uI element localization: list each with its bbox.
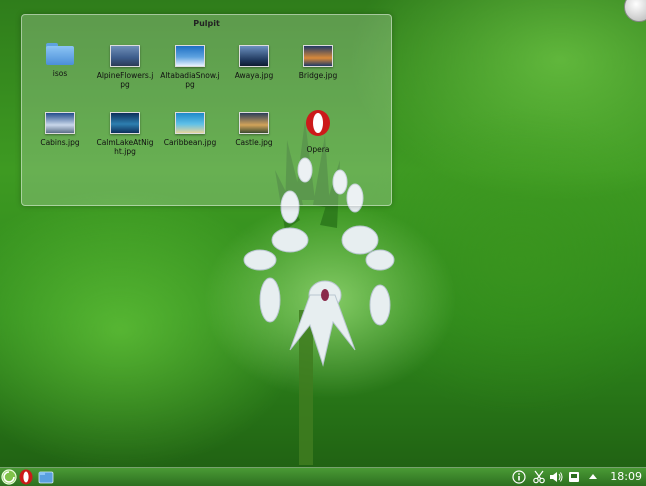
item-label: AltabadiaSnow.jpg — [160, 71, 220, 89]
desktop-item-alpineflowers[interactable]: AlpineFlowers.jpg — [95, 45, 155, 89]
desktop-item-bridge[interactable]: Bridge.jpg — [288, 45, 348, 80]
volume-icon[interactable] — [549, 470, 563, 484]
image-thumbnail-icon — [175, 45, 205, 67]
dolphin-file-manager-icon[interactable] — [38, 469, 54, 485]
klipper-scissors-icon[interactable] — [532, 470, 546, 484]
item-label: Awaya.jpg — [234, 71, 274, 80]
info-icon[interactable] — [512, 470, 526, 484]
item-label: isos — [52, 69, 68, 78]
bottom-panel: 18:09 — [0, 467, 646, 486]
desktop-item-isos[interactable]: isos — [30, 43, 90, 78]
item-label: CalmLakeAtNight.jpg — [96, 138, 154, 156]
folder-view-title: Pulpit — [193, 19, 220, 28]
item-label: Castle.jpg — [235, 138, 273, 147]
desktop-item-opera[interactable]: Opera — [288, 109, 348, 154]
image-thumbnail-icon — [45, 112, 75, 134]
desktop-toolbox-button[interactable] — [624, 0, 646, 22]
opera-icon[interactable] — [19, 469, 33, 485]
image-thumbnail-icon — [110, 45, 140, 67]
opera-icon — [306, 110, 330, 136]
desktop-item-calmlakeatnight[interactable]: CalmLakeAtNight.jpg — [95, 112, 155, 156]
item-label: Caribbean.jpg — [163, 138, 217, 147]
item-label: Cabins.jpg — [40, 138, 80, 147]
tray-expand-arrow-icon[interactable] — [586, 470, 600, 484]
item-label: Opera — [306, 145, 330, 154]
item-label: AlpineFlowers.jpg — [96, 71, 154, 89]
image-thumbnail-icon — [110, 112, 140, 134]
item-label: Bridge.jpg — [298, 71, 338, 80]
panel-clock[interactable]: 18:09 — [610, 470, 642, 483]
desktop-item-castle[interactable]: Castle.jpg — [224, 112, 284, 147]
desktop-item-awaya[interactable]: Awaya.jpg — [224, 45, 284, 80]
image-thumbnail-icon — [239, 112, 269, 134]
image-thumbnail-icon — [175, 112, 205, 134]
desktop-item-cabins[interactable]: Cabins.jpg — [30, 112, 90, 147]
folder-icon — [46, 43, 74, 65]
image-thumbnail-icon — [303, 45, 333, 67]
kickoff-launcher-icon[interactable] — [1, 469, 17, 485]
folder-view-widget[interactable]: Pulpit isos AlpineFlowers.jpg AltabadiaS… — [21, 14, 392, 206]
image-thumbnail-icon — [239, 45, 269, 67]
desktop-item-altabadiasnow[interactable]: AltabadiaSnow.jpg — [160, 45, 220, 89]
device-notifier-icon[interactable] — [567, 470, 581, 484]
desktop-item-caribbean[interactable]: Caribbean.jpg — [160, 112, 220, 147]
